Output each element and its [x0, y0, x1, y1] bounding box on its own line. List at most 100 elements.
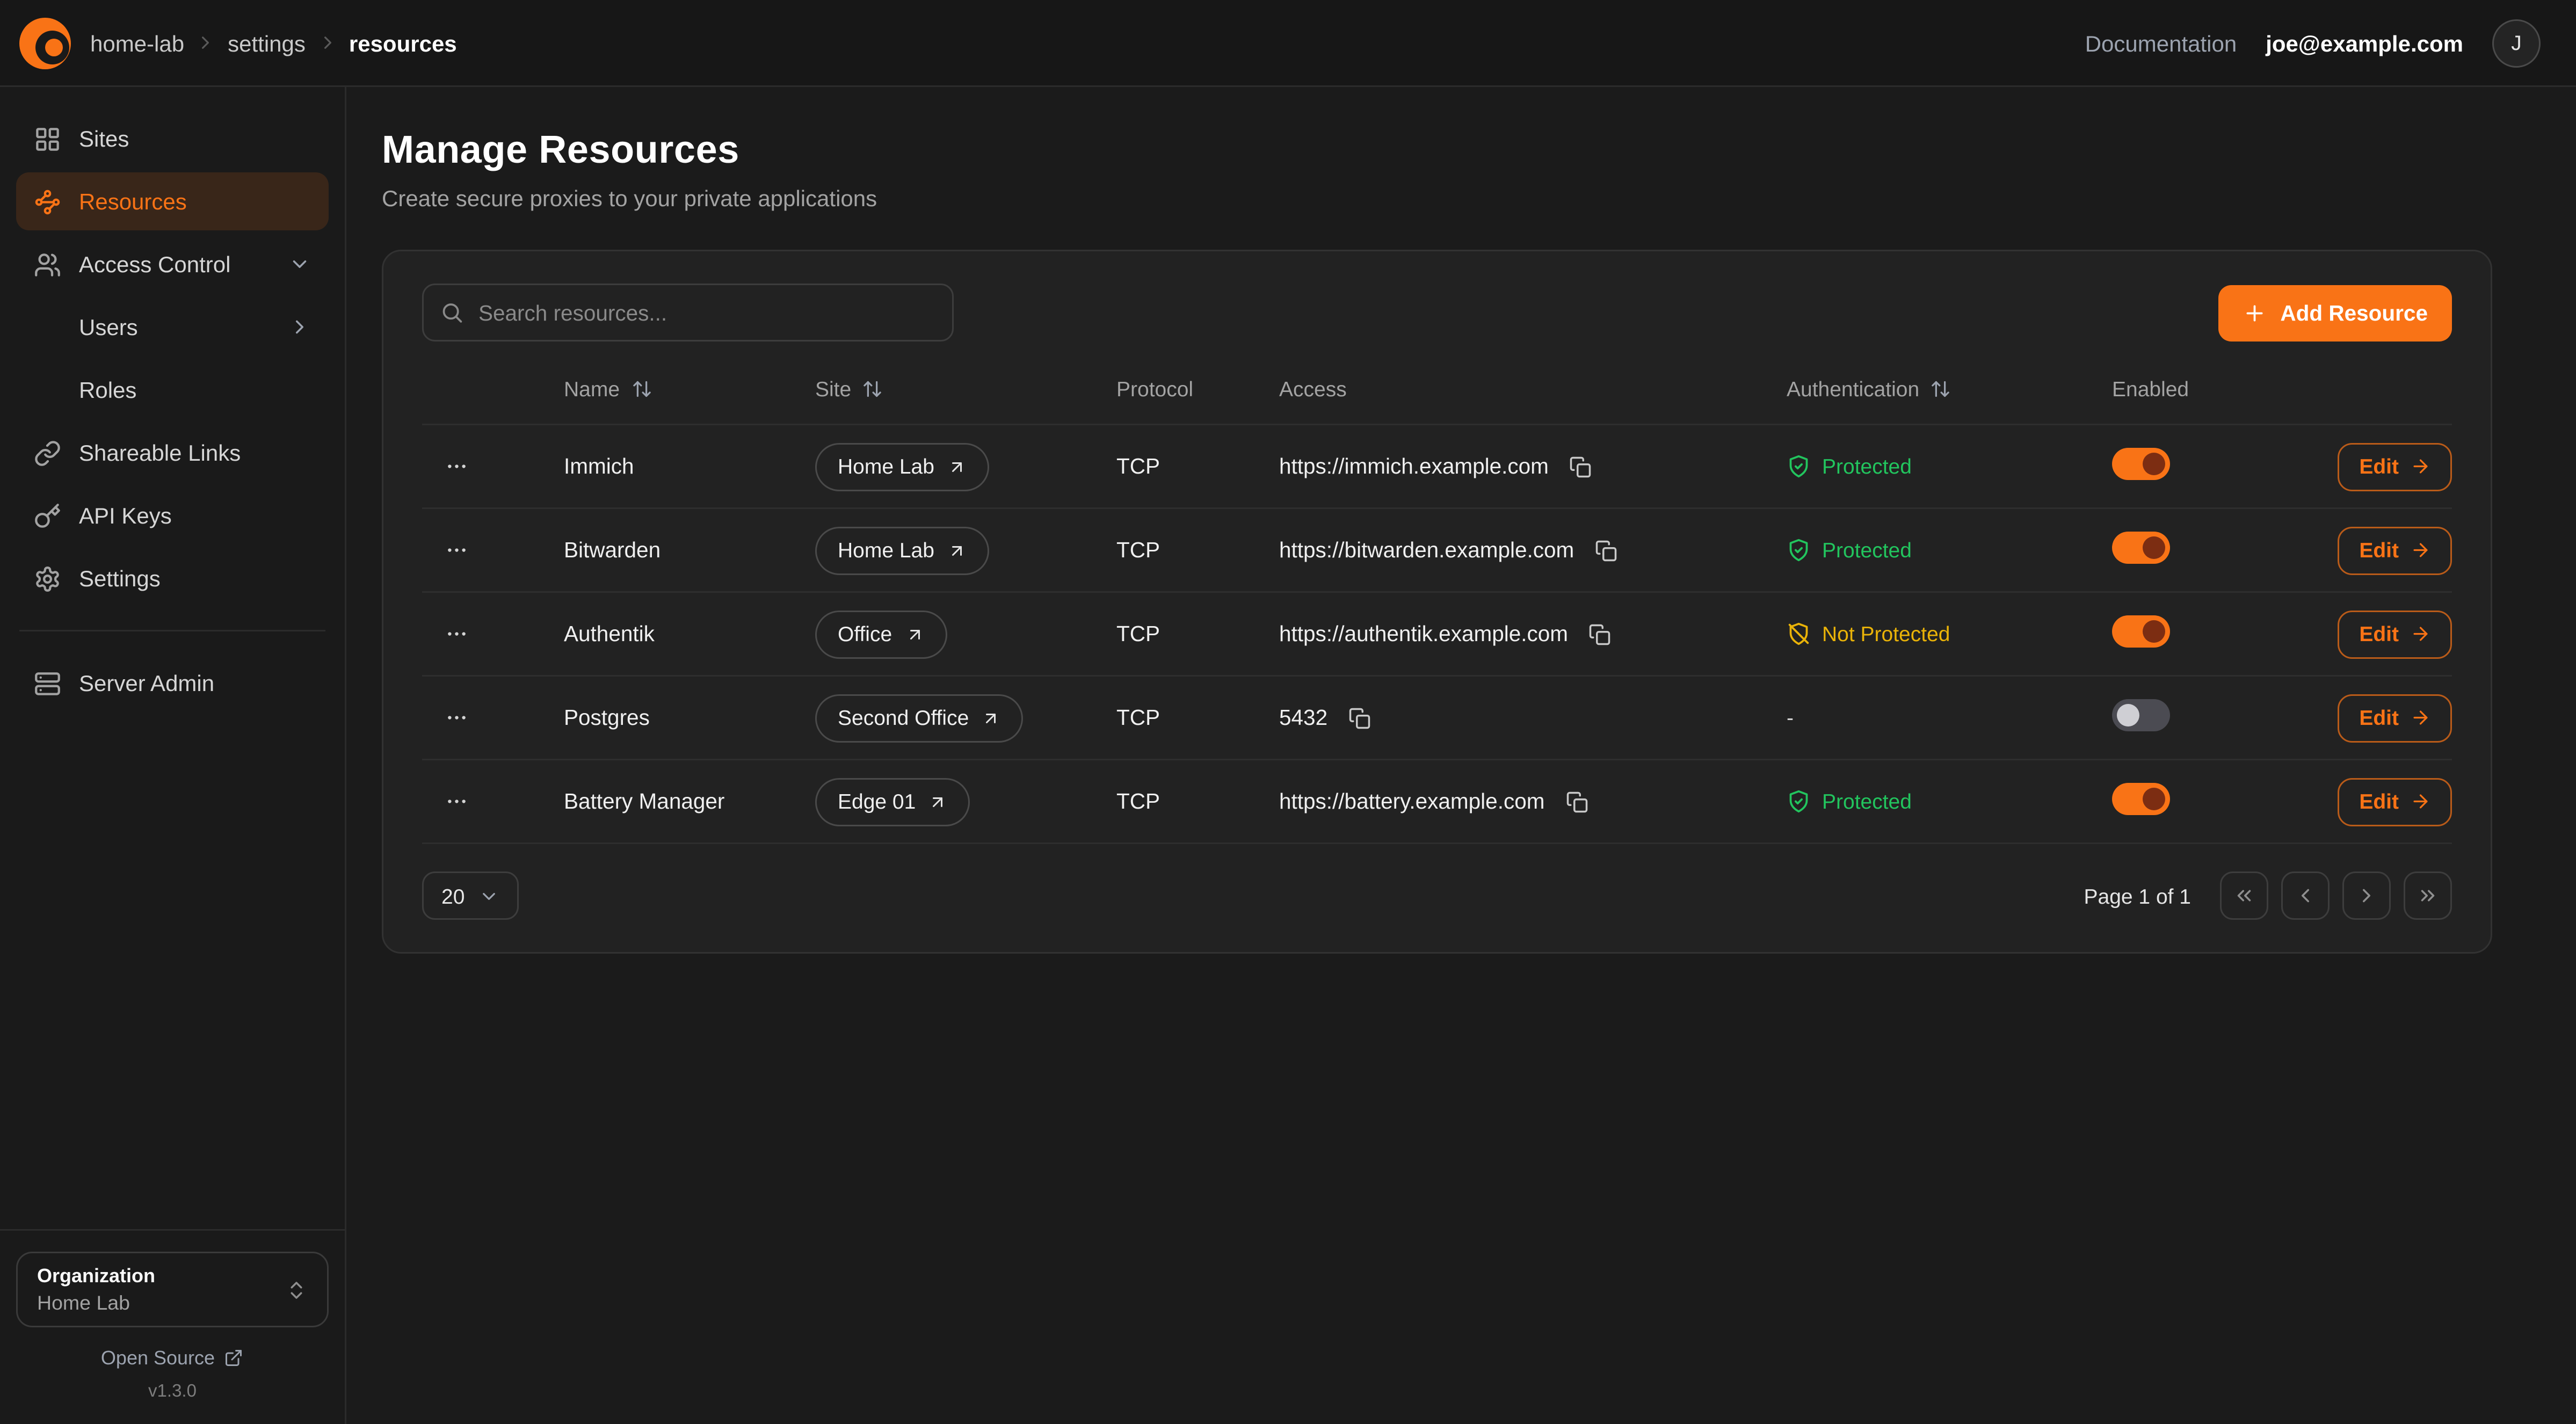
- table-row: Bitwarden Home Lab TCP https://bitwarden…: [422, 509, 2452, 593]
- column-authentication[interactable]: Authentication: [1787, 377, 2112, 401]
- enabled-toggle[interactable]: [2112, 532, 2170, 564]
- sidebar-item-roles[interactable]: Roles: [16, 361, 329, 419]
- sidebar-item-server-admin[interactable]: Server Admin: [16, 654, 329, 712]
- enabled-toggle[interactable]: [2112, 699, 2170, 731]
- table-header: Name Site Protocol Access Authentication…: [422, 354, 2452, 425]
- resource-protocol: TCP: [1116, 706, 1279, 730]
- sidebar: Sites Resources Access Control Users Rol…: [0, 87, 346, 1424]
- copy-icon[interactable]: [1566, 452, 1595, 481]
- open-source-link[interactable]: Open Source: [16, 1347, 329, 1369]
- link-icon: [34, 439, 61, 467]
- column-site[interactable]: Site: [815, 377, 1116, 401]
- breadcrumb: home-lab settings resources: [90, 30, 457, 56]
- sidebar-item-users[interactable]: Users: [16, 298, 329, 356]
- arrow-up-right-icon: [982, 708, 1001, 728]
- copy-icon[interactable]: [1592, 536, 1621, 565]
- enabled-toggle[interactable]: [2112, 783, 2170, 815]
- arrow-right-icon: [2410, 707, 2431, 728]
- sidebar-item-resources[interactable]: Resources: [16, 172, 329, 230]
- auth-status: Protected: [1787, 538, 2112, 562]
- resource-name: Immich: [564, 454, 815, 478]
- app-window: home-lab settings resources Documentatio…: [0, 0, 2576, 1424]
- sidebar-item-api-keys[interactable]: API Keys: [16, 486, 329, 544]
- external-link-icon: [224, 1348, 244, 1368]
- sidebar-item-label: Access Control: [79, 251, 230, 277]
- shield-check-icon: [1787, 454, 1811, 478]
- page-indicator: Page 1 of 1: [2084, 884, 2192, 908]
- sort-icon[interactable]: [862, 379, 883, 399]
- edit-button[interactable]: Edit: [2338, 526, 2452, 575]
- arrow-up-right-icon: [928, 792, 948, 811]
- topbar: home-lab settings resources Documentatio…: [0, 0, 2576, 87]
- column-access: Access: [1279, 377, 1787, 401]
- sort-icon[interactable]: [1931, 379, 1951, 399]
- row-actions-button[interactable]: [438, 783, 475, 820]
- edit-button[interactable]: Edit: [2338, 694, 2452, 742]
- user-email: joe@example.com: [2266, 30, 2463, 56]
- pagination: Page 1 of 1: [2084, 871, 2452, 920]
- sidebar-item-settings[interactable]: Settings: [16, 549, 329, 607]
- breadcrumb-org[interactable]: home-lab: [90, 30, 184, 56]
- table-row: Authentik Office TCP https://authentik.e…: [422, 593, 2452, 677]
- site-link-button[interactable]: Home Lab: [815, 442, 989, 491]
- topbar-right: Documentation joe@example.com J: [2085, 19, 2541, 67]
- resource-protocol: TCP: [1116, 538, 1279, 562]
- plus-icon: [2243, 301, 2267, 325]
- organization-value: Home Lab: [37, 1292, 272, 1314]
- last-page-button[interactable]: [2404, 871, 2452, 920]
- sites-icon: [34, 125, 61, 152]
- arrow-right-icon: [2410, 623, 2431, 644]
- organization-texts: Organization Home Lab: [37, 1265, 272, 1314]
- search-input[interactable]: [422, 284, 954, 342]
- sidebar-item-access-control[interactable]: Access Control: [16, 235, 329, 293]
- resource-name: Bitwarden: [564, 538, 815, 562]
- shield-check-icon: [1787, 538, 1811, 562]
- site-link-button[interactable]: Home Lab: [815, 526, 989, 575]
- sidebar-item-label: Sites: [79, 126, 129, 151]
- access-port: 5432: [1279, 706, 1327, 730]
- site-link-button[interactable]: Office: [815, 610, 947, 658]
- page-subtitle: Create secure proxies to your private ap…: [382, 185, 2492, 211]
- page-size-select[interactable]: 20: [422, 871, 519, 920]
- copy-icon[interactable]: [1345, 703, 1374, 732]
- add-resource-button[interactable]: Add Resource: [2219, 285, 2452, 341]
- next-page-button[interactable]: [2342, 871, 2391, 920]
- row-actions-button[interactable]: [438, 448, 475, 485]
- edit-button[interactable]: Edit: [2338, 778, 2452, 826]
- row-actions-button[interactable]: [438, 532, 475, 569]
- sort-icon[interactable]: [631, 379, 652, 399]
- enabled-toggle[interactable]: [2112, 615, 2170, 648]
- copy-icon[interactable]: [1562, 787, 1591, 816]
- column-name[interactable]: Name: [564, 377, 815, 401]
- sidebar-item-sites[interactable]: Sites: [16, 110, 329, 168]
- documentation-link[interactable]: Documentation: [2085, 30, 2237, 56]
- access-url: https://authentik.example.com: [1279, 622, 1568, 646]
- resources-icon: [34, 188, 61, 215]
- enabled-toggle[interactable]: [2112, 448, 2170, 480]
- avatar[interactable]: J: [2492, 19, 2541, 67]
- site-link-button[interactable]: Second Office: [815, 694, 1024, 742]
- sidebar-item-shareable-links[interactable]: Shareable Links: [16, 424, 329, 482]
- edit-button[interactable]: Edit: [2338, 442, 2452, 491]
- auth-status: Protected: [1787, 454, 2112, 478]
- site-link-button[interactable]: Edge 01: [815, 778, 970, 826]
- breadcrumb-settings[interactable]: settings: [228, 30, 306, 56]
- copy-icon[interactable]: [1586, 620, 1615, 649]
- row-actions-button[interactable]: [438, 699, 475, 736]
- app-logo-icon[interactable]: [19, 17, 71, 69]
- previous-page-button[interactable]: [2281, 871, 2330, 920]
- card-toolbar: Add Resource: [422, 284, 2452, 342]
- breadcrumb-current: resources: [349, 30, 457, 56]
- sidebar-nav: Sites Resources Access Control Users Rol…: [16, 110, 329, 712]
- sidebar-item-label: Resources: [79, 188, 187, 214]
- first-page-button[interactable]: [2220, 871, 2268, 920]
- edit-button[interactable]: Edit: [2338, 610, 2452, 658]
- organization-picker[interactable]: Organization Home Lab: [16, 1252, 329, 1327]
- row-actions-button[interactable]: [438, 615, 475, 652]
- arrow-right-icon: [2410, 540, 2431, 561]
- sidebar-item-label: Shareable Links: [79, 440, 241, 466]
- search-icon: [440, 301, 464, 325]
- organization-label: Organization: [37, 1265, 272, 1287]
- access-url: https://battery.example.com: [1279, 789, 1544, 813]
- sidebar-item-label: API Keys: [79, 503, 172, 528]
